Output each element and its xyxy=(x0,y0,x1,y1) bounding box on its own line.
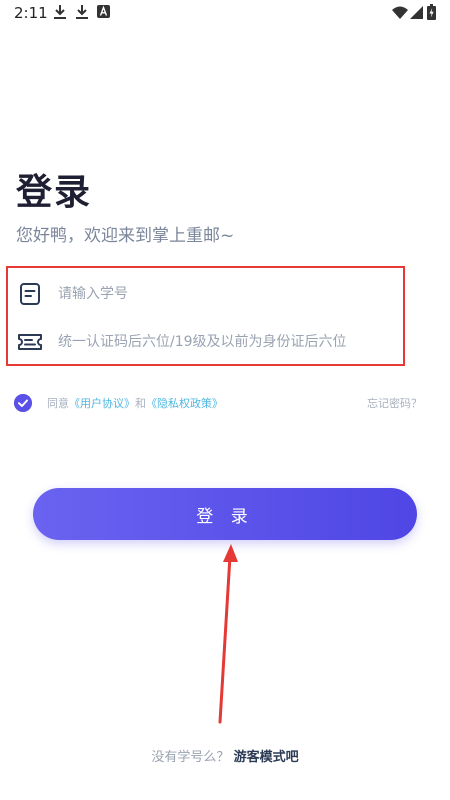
battery-icon xyxy=(427,4,436,20)
guest-mode-row: 没有学号么？ 游客模式吧 xyxy=(0,746,450,765)
page-subtitle: 您好鸭，欢迎来到掌上重邮~ xyxy=(16,226,235,246)
forgot-password-link[interactable]: 忘记密码？ xyxy=(367,395,422,411)
student-id-row xyxy=(8,270,403,318)
status-time: 2:11 xyxy=(14,4,48,22)
download-icon xyxy=(76,5,88,19)
ticket-icon xyxy=(18,334,42,350)
login-button[interactable]: 登 录 xyxy=(33,488,417,540)
agreement-prefix: 同意 xyxy=(47,397,69,410)
agreement-text: 同意《用户协议》和《隐私权政策》 xyxy=(47,395,223,411)
privacy-policy-link[interactable]: 《隐私权政策》 xyxy=(146,397,223,410)
login-screen: 2:11 登录 您好鸭，欢迎来到掌上重邮~ 请输入学号 同意《用户协议》和《隐私… xyxy=(0,0,450,800)
annotation-arrow xyxy=(218,544,238,724)
password-input[interactable] xyxy=(58,334,398,350)
a-icon xyxy=(97,5,110,18)
status-bar: 2:11 xyxy=(0,0,450,26)
guest-prompt: 没有学号么？ xyxy=(151,750,230,765)
login-button-label: 登 录 xyxy=(196,506,254,527)
signal-icon xyxy=(410,6,423,19)
agreement-row: 同意《用户协议》和《隐私权政策》 忘记密码？ xyxy=(14,392,434,414)
download-icon xyxy=(54,5,66,19)
login-input-group xyxy=(6,266,405,366)
page-title: 登录 xyxy=(16,172,93,213)
id-card-icon xyxy=(20,283,40,305)
wifi-icon xyxy=(392,6,408,19)
guest-mode-link[interactable]: 游客模式吧 xyxy=(234,750,299,765)
user-agreement-link[interactable]: 《用户协议》 xyxy=(69,397,135,410)
student-id-input[interactable] xyxy=(58,286,398,302)
password-row xyxy=(8,318,403,366)
agreement-and: 和 xyxy=(135,397,146,410)
checkbox-checked-icon[interactable] xyxy=(14,394,32,412)
